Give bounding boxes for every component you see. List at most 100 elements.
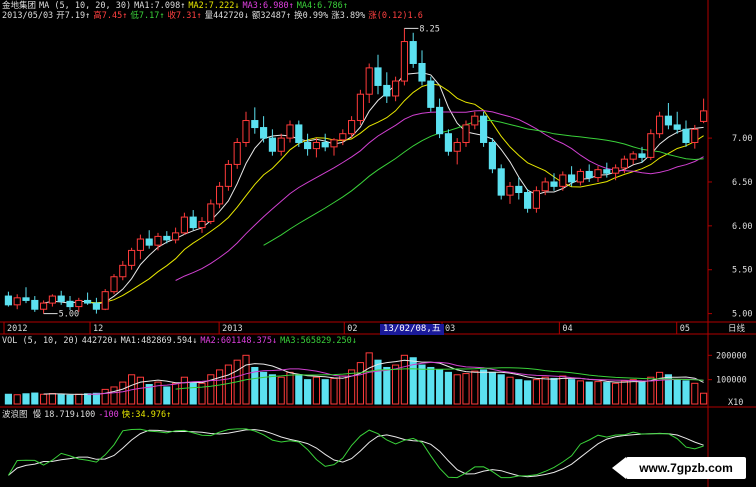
volume-bar [4,393,12,405]
volume-bar [66,394,74,405]
volume-bar [22,393,30,405]
time-tick-label: 2013 [222,324,242,334]
volume-bar [392,364,400,405]
candle-body [576,170,584,183]
volume-bar [48,393,56,405]
volume-bar [13,394,21,405]
volume-bar [312,376,320,405]
candle-body [524,192,532,209]
candle-body [664,115,672,126]
candle-body [691,128,699,143]
candle-body [242,120,250,143]
candle-body [119,264,127,278]
candle-body [145,238,153,246]
volume-bar [277,376,285,405]
price-tick-label: 6.50 [732,178,752,188]
candle-body [339,133,347,141]
candle-body [304,141,312,150]
watermark: www.7gpzb.com [612,457,746,479]
candle-body [462,124,470,143]
candle-body [84,299,92,304]
volume-bar [383,366,391,405]
candle-body [163,235,171,241]
volume-bar [374,359,382,405]
candle-body [480,115,488,143]
candle-body [330,139,338,148]
volume-bar [400,354,408,405]
candle-body [224,163,232,187]
candle-body [418,62,426,82]
volume-bar [427,366,435,405]
volume-bar [304,379,312,405]
candle-body [57,295,65,302]
low-label: 5.00 [59,310,79,320]
candle-body [4,295,12,306]
volume-bar [251,366,259,405]
volume-bar [585,381,593,405]
candle-body [189,216,197,229]
volume-bar [541,376,549,405]
candle-body [365,67,373,95]
candle-body [638,153,646,158]
volume-bar [286,371,294,405]
candle-body [444,133,452,152]
candle-body [128,249,136,266]
price-tick-label: 6.00 [732,222,752,232]
volume-bar [453,374,461,405]
candle-body [92,302,100,310]
volume-bar [75,393,83,405]
volume-unit: X10 [728,398,743,408]
candle-body [532,190,540,209]
volume-bar [268,374,276,405]
volume-bar [682,380,690,405]
volume-bar [295,374,303,405]
volume-bar [700,392,708,405]
candle-body [312,141,320,150]
volume-bar [92,392,100,405]
candle-body [40,302,48,310]
volume-bar [180,376,188,405]
volume-bar [673,379,681,405]
volume-bar [330,377,338,405]
volume-bar [603,382,611,405]
wave-fast-line [7,428,704,479]
candle-body [629,153,637,160]
ma5-line [43,72,704,305]
candle-body [427,80,435,108]
ma10-line [87,83,704,304]
candle-body [700,110,708,122]
volume-bar [576,380,584,405]
volume-bar [436,369,444,405]
candle-body [612,167,620,174]
candle-body [356,93,364,122]
high-label: 8.25 [419,24,439,34]
candle-body [13,297,21,306]
volume-bar [84,393,92,405]
volume-tick-label: 100000 [716,376,747,386]
volume-bar [224,364,232,405]
candle-body [295,124,303,143]
volume-bar [31,392,39,405]
candle-body [594,169,602,179]
volume-bar [612,382,620,405]
volume-bar [462,373,470,405]
time-tick-label: 12 [93,324,103,334]
candle-body [136,238,144,251]
candle-body [198,220,206,229]
stock-chart: 7.00 6.50 6.00 5.50 5.00 2012 12 2013 02 03 04 05 日线… [0,0,756,487]
candle-body [541,181,549,192]
volume-bar [594,381,602,405]
volume-bar [488,371,496,405]
volume-bar [110,386,118,405]
volume-bar [321,379,329,405]
price-tick-label: 7.00 [732,134,752,144]
time-tick-label: 02 [347,324,357,334]
volume-bar [57,394,65,405]
candle-body [321,141,329,148]
candle-body [647,133,655,158]
time-axis-unit: 日线 [728,323,746,334]
volume-bar [559,375,567,405]
candle-body [550,181,558,187]
candle-body [515,185,523,194]
volume-bar [339,375,347,405]
